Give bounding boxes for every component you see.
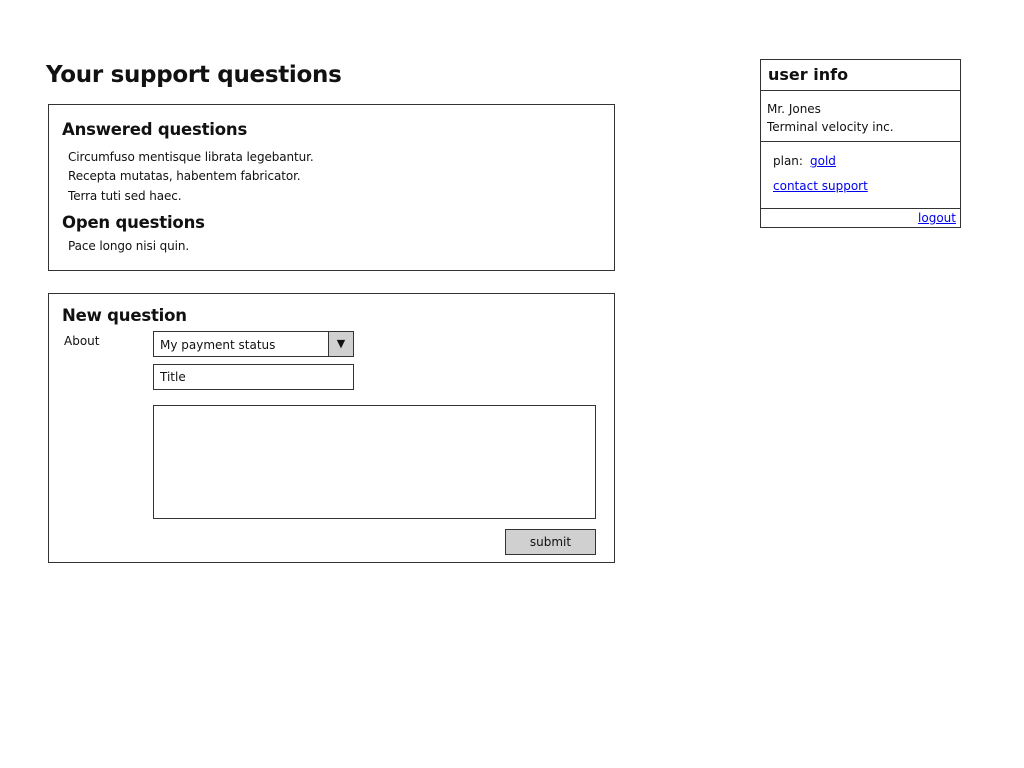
- open-question-item[interactable]: Pace longo nisi quin.: [68, 239, 189, 253]
- user-company: Terminal velocity inc.: [767, 120, 894, 134]
- answered-question-item[interactable]: Circumfuso mentisque librata legebantur.: [68, 150, 314, 164]
- about-select[interactable]: My payment status ▼: [153, 331, 354, 357]
- user-info-header: user info: [761, 60, 960, 91]
- plan-label: plan:: [773, 154, 803, 168]
- open-questions-heading: Open questions: [62, 213, 205, 232]
- user-info-heading: user info: [768, 65, 849, 84]
- user-info-panel: user info Mr. Jones Terminal velocity in…: [760, 59, 961, 228]
- submit-button[interactable]: submit: [505, 529, 596, 555]
- question-body-textarea[interactable]: [153, 405, 596, 519]
- title-input[interactable]: [153, 364, 354, 390]
- plan-link[interactable]: gold: [810, 154, 836, 168]
- questions-panel: Answered questions Circumfuso mentisque …: [48, 104, 615, 271]
- divider: [761, 208, 960, 209]
- new-question-heading: New question: [62, 306, 187, 325]
- user-name: Mr. Jones: [767, 102, 821, 116]
- logout-link[interactable]: logout: [918, 211, 956, 225]
- divider: [761, 141, 960, 142]
- answered-question-item[interactable]: Recepta mutatas, habentem fabricator.: [68, 169, 301, 183]
- chevron-down-icon[interactable]: ▼: [328, 332, 353, 356]
- about-select-value: My payment status: [160, 338, 276, 352]
- contact-support-link[interactable]: contact support: [773, 179, 868, 193]
- new-question-form: New question About My payment status ▼ s…: [48, 293, 615, 563]
- answered-questions-heading: Answered questions: [62, 120, 248, 139]
- page-title: Your support questions: [46, 62, 342, 88]
- about-label: About: [64, 334, 100, 348]
- page: Your support questions Answered question…: [0, 0, 1024, 768]
- answered-question-item[interactable]: Terra tuti sed haec.: [68, 189, 182, 203]
